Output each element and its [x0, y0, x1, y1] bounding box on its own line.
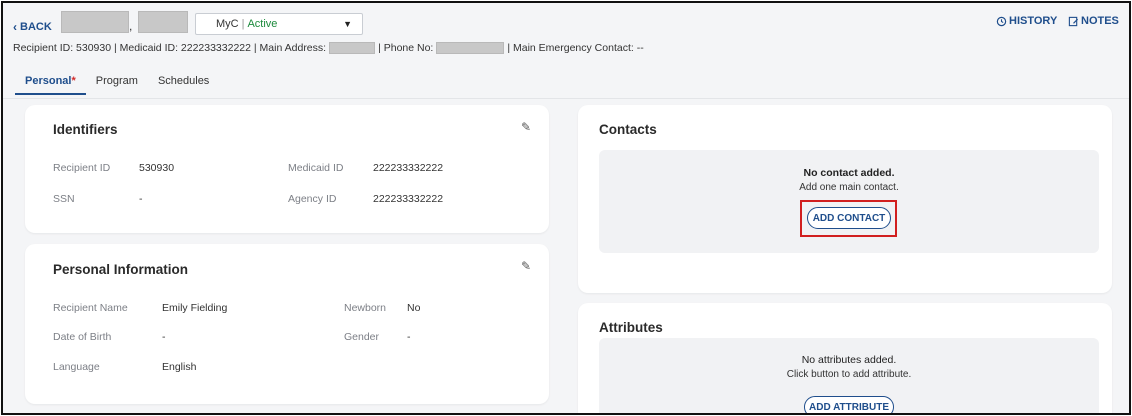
back-label: BACK — [20, 21, 52, 33]
medicaid-id-value: 222233332222 — [373, 162, 444, 174]
gender-value: - — [407, 331, 411, 343]
recipient-tabs: Personal* Program Schedules — [15, 75, 219, 95]
tab-personal[interactable]: Personal* — [15, 75, 86, 95]
attributes-card: Attributes No attributes added. Click bu… — [578, 303, 1112, 413]
history-label: HISTORY — [1009, 15, 1058, 27]
agency-id-value: 222233332222 — [373, 193, 444, 205]
contacts-title: Contacts — [599, 122, 657, 137]
newborn-label: Newborn — [344, 302, 387, 314]
ssn-value: - — [139, 193, 143, 205]
history-button[interactable]: HISTORY — [996, 15, 1057, 27]
redacted-last-name — [61, 11, 129, 33]
pencil-icon[interactable]: ✎ — [521, 120, 531, 134]
recipient-header: ‹ BACK , MyC | Active ▼ HISTORY NOTES Re… — [3, 3, 1129, 99]
redacted-first-name — [138, 11, 188, 33]
recipient-id-label: Recipient ID — [53, 162, 111, 174]
redacted-address — [329, 42, 376, 54]
info-phone: | Phone No: — [378, 42, 434, 54]
identifiers-card: Identifiers ✎ Recipient ID 530930 Medica… — [25, 105, 549, 233]
tab-schedules[interactable]: Schedules — [148, 75, 219, 95]
name-separator: , — [129, 19, 133, 33]
program-select[interactable]: MyC | Active ▼ — [195, 13, 363, 35]
attributes-empty-panel: No attributes added. Click button to add… — [599, 338, 1099, 413]
newborn-value: No — [407, 302, 421, 314]
program-name: MyC — [216, 18, 239, 30]
program-status: Active — [247, 18, 278, 30]
recipient-id-value: 530930 — [139, 162, 175, 174]
tab-personal-required-marker: * — [71, 75, 76, 87]
contacts-card: Contacts No contact added. Add one main … — [578, 105, 1112, 293]
back-button[interactable]: ‹ BACK — [13, 20, 52, 34]
info-emergency-contact: | Main Emergency Contact: -- — [507, 42, 644, 54]
add-contact-button[interactable]: ADD CONTACT — [807, 207, 891, 229]
notes-button[interactable]: NOTES — [1068, 15, 1119, 27]
gender-label: Gender — [344, 331, 380, 343]
history-icon — [996, 16, 1007, 26]
personal-information-title: Personal Information — [53, 262, 189, 277]
recipient-name-value: Emily Fielding — [162, 302, 228, 314]
attributes-title: Attributes — [599, 320, 663, 335]
tab-program-label: Program — [95, 75, 138, 87]
date-of-birth-label: Date of Birth — [53, 331, 112, 343]
pencil-icon[interactable]: ✎ — [521, 259, 531, 273]
contacts-empty-panel: No contact added. Add one main contact. … — [599, 150, 1099, 253]
app-frame: ‹ BACK , MyC | Active ▼ HISTORY NOTES Re… — [1, 1, 1131, 415]
contacts-empty-hint: Add one main contact. — [799, 182, 899, 193]
attributes-empty-hint: Click button to add attribute. — [786, 369, 912, 380]
info-ids-address: Recipient ID: 530930 | Medicaid ID: 2222… — [13, 42, 327, 54]
agency-id-label: Agency ID — [288, 193, 337, 205]
chevron-left-icon: ‹ — [13, 20, 17, 34]
contacts-empty-title: No contact added. — [803, 167, 895, 179]
attributes-empty-title: No attributes added. — [801, 354, 897, 366]
ssn-label: SSN — [53, 193, 75, 205]
notes-icon — [1068, 16, 1079, 26]
language-label: Language — [53, 361, 100, 373]
redacted-phone — [436, 42, 505, 54]
medicaid-id-label: Medicaid ID — [288, 162, 344, 174]
tab-schedules-label: Schedules — [157, 75, 210, 87]
program-separator: | — [241, 18, 245, 30]
caret-down-icon: ▼ — [343, 19, 352, 29]
date-of-birth-value: - — [162, 331, 166, 343]
tab-personal-label: Personal — [25, 75, 72, 87]
add-attribute-button[interactable]: ADD ATTRIBUTE — [804, 396, 894, 413]
identifiers-title: Identifiers — [53, 122, 118, 137]
recipient-name-label: Recipient Name — [53, 302, 128, 314]
notes-label: NOTES — [1081, 15, 1119, 27]
language-value: English — [162, 361, 197, 373]
personal-information-card: Personal Information ✎ Recipient Name Em… — [25, 244, 549, 404]
tab-program[interactable]: Program — [86, 75, 148, 95]
recipient-info-bar: Recipient ID: 530930 | Medicaid ID: 2222… — [13, 42, 644, 54]
